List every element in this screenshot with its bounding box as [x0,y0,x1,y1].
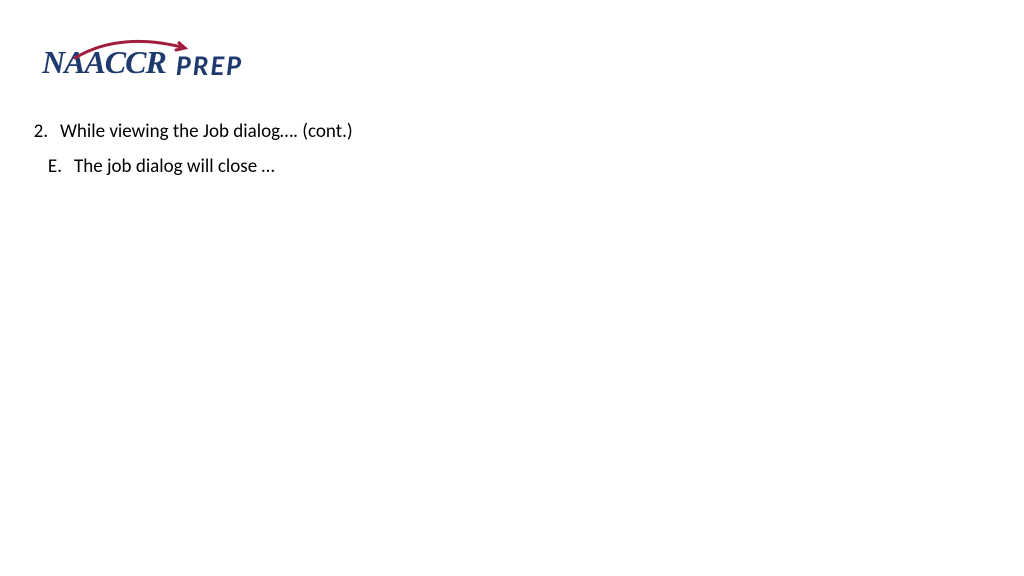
logo-swoosh-icon [70,36,190,66]
slide-content: 2. While viewing the Job dialog…. (cont.… [20,118,353,181]
list-marker-sub: E. [34,153,62,182]
logo-brand: NAACCR [42,44,166,81]
list-text-main: While viewing the Job dialog…. (cont.) [60,118,353,147]
list-marker-main: 2. [20,118,48,147]
list-item-sub: E. The job dialog will close … [34,153,353,182]
logo-area: NAACCR PREP [42,42,243,83]
list-item-main: 2. While viewing the Job dialog…. (cont.… [20,118,353,147]
list-text-sub: The job dialog will close … [74,153,275,182]
